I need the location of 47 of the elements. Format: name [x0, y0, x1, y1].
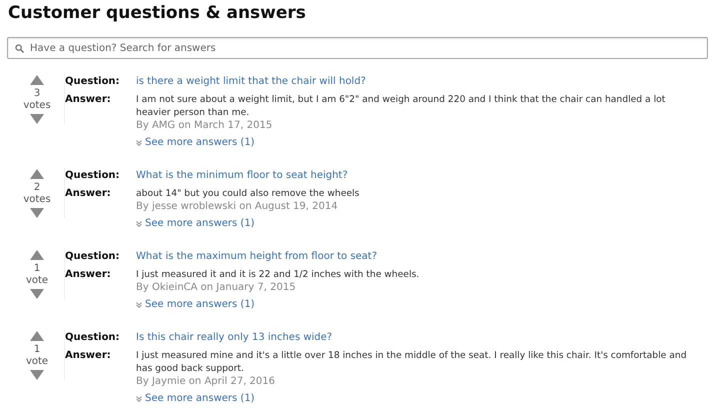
- answer-text: about 14" but you could also remove the wheels: [136, 187, 360, 200]
- vote-label: vote: [26, 356, 48, 368]
- vote-label: vote: [26, 275, 48, 287]
- question-link[interactable]: What is the minimum floor to seat height?: [136, 168, 692, 184]
- see-more-link[interactable]: See more answers (1): [136, 392, 255, 405]
- byline: By Jaymie on April 27, 2016: [136, 375, 276, 388]
- byline: By jesse wroblewski on August 19, 2014: [136, 200, 339, 213]
- answer-label: Answer:: [65, 93, 112, 107]
- question-label: Question:: [65, 75, 121, 89]
- question-link[interactable]: What is the maximum height from floor to seat?: [136, 249, 692, 265]
- search-icon: [15, 44, 24, 53]
- vote-label: votes: [23, 100, 51, 112]
- search-field[interactable]: Have a question? Search for answers: [7, 37, 708, 59]
- question-link[interactable]: is there a weight limit that the chair will hold?: [136, 74, 692, 90]
- answer-label: Answer:: [65, 187, 112, 200]
- see-more-link[interactable]: See more answers (1): [136, 298, 255, 311]
- question-link[interactable]: Is this chair really only 13 inches wide?: [136, 330, 692, 346]
- answer-text: I just measured it and it is 22 and 1/2 inches with the wheels.: [136, 268, 420, 281]
- question-label: Question:: [65, 331, 121, 345]
- byline: By AMG on March 17, 2015: [136, 119, 274, 132]
- answer-text: I am not sure about a weight limit, but I am 6"2" and weigh around 220 and I think that the chair can handled a lot heavier person than me.: [136, 93, 666, 119]
- page-title: Customer questions & answers: [8, 3, 306, 23]
- question-label: Question:: [65, 250, 121, 264]
- downvote-icon[interactable]: [30, 289, 44, 299]
- vote-label: votes: [23, 194, 51, 206]
- answer-label: Answer:: [65, 268, 112, 281]
- vote-count: 1: [34, 263, 40, 275]
- vote-count: 3: [34, 88, 40, 100]
- chevron-icon: [136, 140, 142, 146]
- chevron-icon: [136, 396, 142, 402]
- vote-count: 2: [34, 182, 40, 194]
- upvote-icon[interactable]: [30, 75, 44, 85]
- chevron-icon: [136, 220, 142, 226]
- downvote-icon[interactable]: [30, 370, 44, 380]
- answer-label: Answer:: [65, 349, 112, 363]
- byline: By OkieinCA on January 7, 2015: [136, 281, 297, 294]
- question-label: Question:: [65, 169, 121, 183]
- chevron-icon: [136, 302, 142, 308]
- upvote-icon[interactable]: [30, 331, 44, 341]
- downvote-icon[interactable]: [30, 208, 44, 218]
- upvote-icon[interactable]: [30, 169, 44, 179]
- downvote-icon[interactable]: [30, 114, 44, 124]
- see-more-link[interactable]: See more answers (1): [136, 136, 255, 149]
- see-more-link[interactable]: See more answers (1): [136, 217, 255, 230]
- answer-text: I just measured mine and it's a little over 18 inches in the middle of the seat. I really like this chair. It's comfortable and has good back support.: [136, 349, 688, 375]
- upvote-icon[interactable]: [30, 250, 44, 260]
- vote-count: 1: [34, 344, 40, 356]
